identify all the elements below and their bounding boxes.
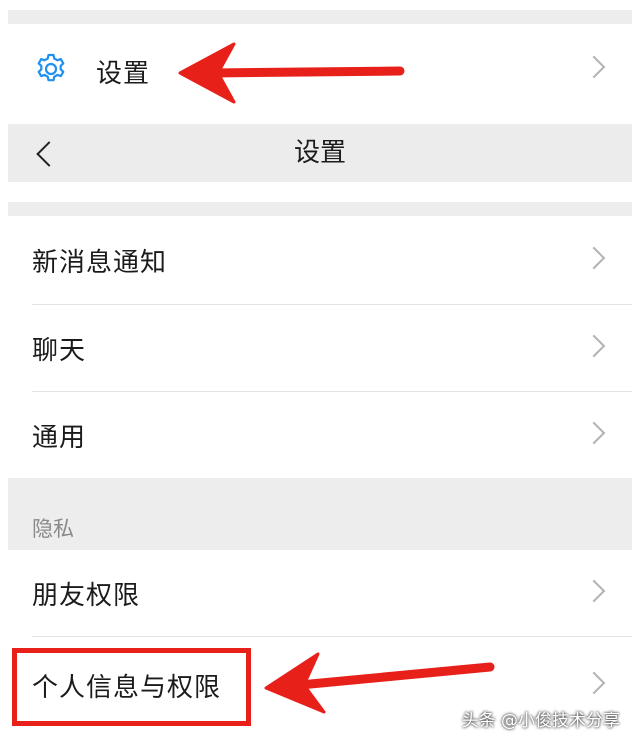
chevron-right-icon — [582, 246, 606, 270]
settings-entry[interactable]: 设置 — [8, 24, 632, 114]
gear-icon — [34, 52, 68, 86]
list-item-chat[interactable]: 聊天 — [8, 305, 632, 391]
page-title: 设置 — [293, 138, 346, 168]
chevron-right-icon — [582, 55, 606, 79]
chevron-right-icon — [582, 579, 606, 603]
list-item-friend-permissions[interactable]: 朋友权限 — [8, 550, 632, 636]
list-item-label: 聊天 — [32, 335, 87, 366]
list-item-new-message-notification[interactable]: 新消息通知 — [8, 216, 632, 304]
list-item-label: 新消息通知 — [32, 247, 168, 278]
chevron-right-icon — [582, 671, 606, 695]
section-label-privacy: 隐私 — [32, 517, 74, 541]
settings-nav-bar: 设置 — [8, 124, 632, 182]
watermark: 头条 @小俊技术分享 — [461, 711, 620, 731]
chevron-right-icon — [582, 334, 606, 358]
list-item-general[interactable]: 通用 — [8, 392, 632, 478]
list-item-label: 通用 — [32, 422, 87, 453]
top-separator — [8, 10, 632, 24]
list-item-label: 朋友权限 — [32, 580, 141, 611]
privacy-section-header — [8, 478, 632, 550]
highlight-box — [12, 648, 251, 726]
chevron-right-icon — [582, 421, 606, 445]
settings-entry-label: 设置 — [96, 59, 151, 89]
section-separator — [8, 202, 632, 216]
